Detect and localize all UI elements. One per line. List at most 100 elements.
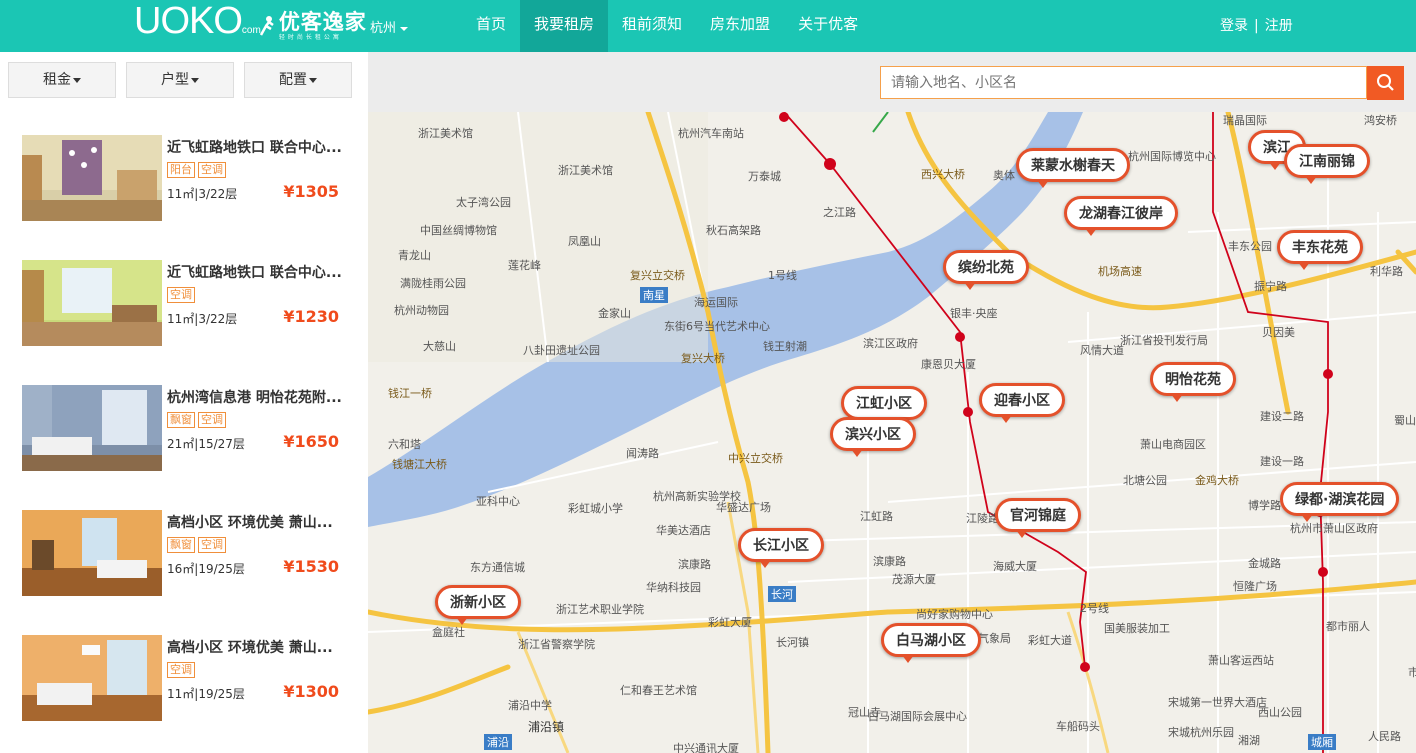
map-marker[interactable]: 官河锦庭	[995, 498, 1081, 538]
map-marker[interactable]: 龙湖春江彼岸	[1064, 196, 1178, 236]
map-place-label: 八卦田遗址公园	[523, 344, 600, 357]
city-selector[interactable]: 杭州	[370, 17, 409, 36]
map-place-label: 东方通信城	[470, 561, 525, 574]
listing-tag: 空调	[198, 412, 226, 428]
map-marker[interactable]: 迎春小区	[979, 383, 1065, 423]
map-place-label: 滨江区政府	[863, 337, 918, 350]
map-place-label: 浙江美术馆	[558, 164, 613, 177]
running-figure-icon	[257, 15, 275, 37]
listing-title[interactable]: 近飞虹路地铁口 联合中心...	[167, 137, 342, 157]
map-marker[interactable]: 明怡花苑	[1150, 362, 1236, 402]
listing-title[interactable]: 近飞虹路地铁口 联合中心...	[167, 262, 342, 282]
listing-meta: 16㎡|19/25层	[167, 562, 245, 576]
listing-item[interactable]: 高档小区 环境优美 萧山... 飘窗 空调 16㎡|19/25层 ¥1530	[22, 510, 352, 596]
map-road-label: 江虹路	[860, 510, 893, 523]
login-link[interactable]: 登录	[1220, 18, 1248, 34]
map-road-label: 之江路	[823, 206, 856, 219]
map-road-label: 秋石高架路	[706, 224, 761, 237]
map-road-label: 1号线	[768, 269, 797, 282]
nav-rent[interactable]: 我要租房	[520, 0, 609, 52]
map-place-label: 鸿安桥	[1364, 114, 1397, 127]
map-marker[interactable]: 丰东花苑	[1277, 230, 1363, 270]
listing-tag: 空调	[198, 537, 226, 553]
map-marker[interactable]: 白马湖小区	[881, 623, 981, 663]
map-road-label: 市心路	[1408, 666, 1416, 679]
map-place-label: 奥体	[993, 169, 1015, 182]
listing-title[interactable]: 高档小区 环境优美 萧山...	[167, 637, 333, 657]
map-place-label: 康恩贝大厦	[921, 358, 976, 371]
listing-photo[interactable]	[22, 510, 162, 596]
filter-config-button[interactable]: 配置	[244, 62, 352, 98]
listing-item[interactable]: 近飞虹路地铁口 联合中心... 空调 11㎡|3/22层 ¥1230	[22, 260, 352, 346]
map-place-label: 凤凰山	[568, 235, 601, 248]
map-place-label: 浙江省投刊发行局	[1120, 334, 1208, 347]
map-place-label: 杭州汽车南站	[678, 127, 744, 140]
map-place-label: 东街6号当代艺术中心	[664, 320, 770, 333]
map-road-label: 2号线	[1080, 602, 1109, 615]
listing-photo[interactable]	[22, 635, 162, 721]
search-button[interactable]	[1367, 66, 1404, 100]
nav-home[interactable]: 首页	[462, 0, 520, 52]
map-road-label: 建设一路	[1260, 455, 1304, 468]
listing-item[interactable]: 杭州湾信息港 明怡花苑附... 飘窗 空调 21㎡|15/27层 ¥1650	[22, 385, 352, 471]
listing-tag: 飘窗	[167, 412, 195, 428]
map-place-label: 贝因美	[1262, 326, 1295, 339]
filter-rent-button[interactable]: 租金	[8, 62, 116, 98]
listing-item[interactable]: 高档小区 环境优美 萧山... 空调 11㎡|19/25层 ¥1300	[22, 635, 352, 721]
listing-title[interactable]: 高档小区 环境优美 萧山...	[167, 512, 333, 532]
map-road-label: 西兴大桥	[921, 168, 965, 181]
map-road-label: 滨康路	[873, 555, 906, 568]
map-place-label: 北塘公园	[1123, 474, 1167, 487]
map-marker[interactable]: 江虹小区	[841, 386, 927, 426]
map-road-label: 中兴立交桥	[728, 452, 783, 465]
map-marker[interactable]: 浙新小区	[435, 585, 521, 625]
nav-rent-notice[interactable]: 租前须知	[608, 0, 696, 52]
listing-tag: 空调	[167, 287, 195, 303]
nav-about[interactable]: 关于优客	[784, 0, 872, 52]
listing-tag: 飘窗	[167, 537, 195, 553]
map-place-label: 钱王射潮	[763, 340, 807, 353]
register-link[interactable]: 注册	[1265, 18, 1293, 34]
listing-price: ¥1530	[283, 557, 339, 576]
caret-down-icon	[400, 26, 409, 31]
search-field[interactable]	[880, 66, 1371, 99]
map-place-label: 华盛达广场	[716, 501, 771, 514]
map-place-label: 彩虹城小学	[568, 502, 623, 515]
map-road-label: 钱江一桥	[388, 387, 432, 400]
logo-text-en: UOKOcom	[134, 0, 261, 42]
map-place-label: 茂源大厦	[892, 573, 936, 586]
map-road-label: 机场高速	[1098, 265, 1142, 278]
map-place-label: 青龙山	[398, 249, 431, 262]
map-marker[interactable]: 长江小区	[738, 528, 824, 568]
map-place-label: 杭州市萧山区政府	[1290, 522, 1378, 535]
site-logo[interactable]: UOKOcom 优客逸家 轻时尚长租公寓	[134, 1, 367, 46]
auth-divider: |	[1254, 18, 1259, 34]
nav-landlord-join[interactable]: 房东加盟	[696, 0, 784, 52]
map-place-label: 满陇桂雨公园	[400, 277, 466, 290]
map-place-label: 萧山电商园区	[1140, 438, 1206, 451]
map-canvas[interactable]: 浙江美术馆 杭州汽车南站 浙江美术馆 万泰城 太子湾公园 中国丝绸博物馆 凤凰山…	[368, 112, 1416, 753]
map-road-label: 利华路	[1370, 265, 1403, 278]
map-place-label: 海运国际	[694, 296, 738, 309]
search-icon	[1377, 74, 1394, 91]
map-marker[interactable]: 滨兴小区	[830, 417, 916, 457]
map-station-label: 浦沿	[484, 734, 512, 750]
filter-layout-button[interactable]: 户型	[126, 62, 234, 98]
map-road-label: 蜀山路	[1394, 414, 1416, 427]
search-input[interactable]	[881, 67, 1371, 98]
map-marker[interactable]: 莱蒙水榭春天	[1016, 148, 1130, 188]
map-marker[interactable]: 绿都·湖滨花园	[1280, 482, 1400, 522]
map-road-label: 闻涛路	[626, 447, 659, 460]
listing-photo[interactable]	[22, 135, 162, 221]
map-place-label: 太子湾公园	[456, 196, 511, 209]
listing-photo[interactable]	[22, 260, 162, 346]
listing-title[interactable]: 杭州湾信息港 明怡花苑附...	[167, 387, 342, 407]
map-place-label: 中国丝绸博物馆	[420, 224, 497, 237]
listing-item[interactable]: 近飞虹路地铁口 联合中心... 阳台 空调 11㎡|3/22层 ¥1305	[22, 135, 352, 221]
map-marker[interactable]: 江南丽锦	[1284, 144, 1370, 184]
listing-price: ¥1230	[283, 307, 339, 326]
logo-text-cn: 优客逸家 轻时尚长租公寓	[278, 10, 367, 41]
map-place-label: 浙江省警察学院	[518, 638, 595, 651]
listing-photo[interactable]	[22, 385, 162, 471]
map-marker[interactable]: 缤纷北苑	[943, 250, 1029, 290]
